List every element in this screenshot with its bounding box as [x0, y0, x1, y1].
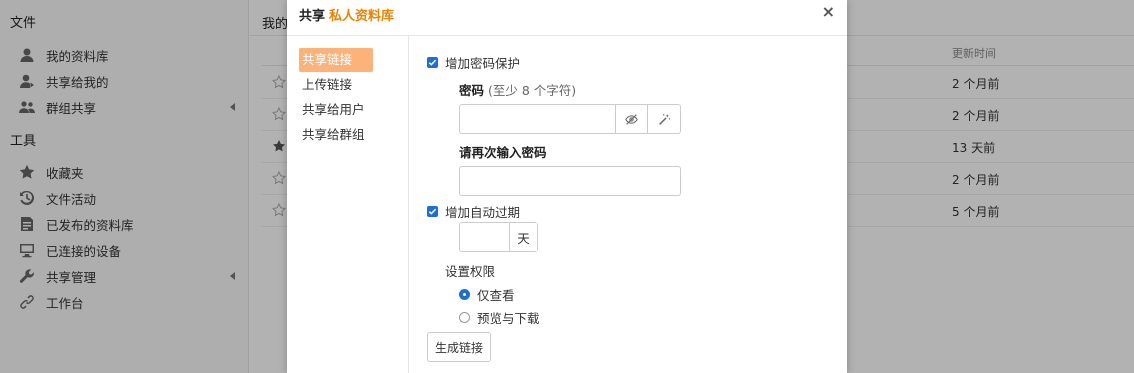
password-input[interactable] — [460, 105, 616, 133]
permission-option-label: 预览与下载 — [477, 311, 540, 326]
generate-link-button[interactable]: 生成链接 — [427, 332, 491, 362]
password-hint: (至少 8 个字符) — [488, 83, 577, 98]
permission-label: 设置权限 — [445, 264, 496, 279]
permission-option-preview-download[interactable]: 预览与下载 — [459, 308, 540, 327]
password-label: 密码 (至少 8 个字符) — [459, 80, 576, 99]
tab-share-link[interactable]: 共享链接 — [299, 48, 373, 72]
generate-password-button[interactable] — [648, 105, 680, 133]
password-label-text: 密码 — [459, 83, 485, 98]
dialog-header: 共享 私人资料库 × — [287, 0, 847, 36]
password-protect-label: 增加密码保护 — [445, 56, 521, 71]
eye-slash-icon — [625, 113, 638, 125]
permission-option-label: 仅查看 — [477, 288, 515, 303]
radio-preview-download[interactable] — [459, 312, 470, 323]
auto-expire-checkbox[interactable] — [427, 206, 438, 217]
dialog-repo-name: 私人资料库 — [329, 9, 395, 24]
dialog-title-prefix: 共享 — [299, 9, 326, 24]
auto-expire-label: 增加自动过期 — [445, 205, 521, 220]
close-icon[interactable]: × — [822, 4, 835, 20]
radio-view-only[interactable] — [459, 289, 470, 300]
permission-option-view-only[interactable]: 仅查看 — [459, 285, 515, 304]
password-protect-checkbox[interactable] — [427, 57, 438, 68]
password-field-group — [459, 104, 681, 134]
tab-share-to-group[interactable]: 共享给群组 — [299, 123, 373, 147]
tab-upload-link[interactable]: 上传链接 — [299, 73, 373, 97]
auto-expire-option[interactable]: 增加自动过期 — [427, 202, 520, 221]
expire-days-group: 天 — [459, 222, 538, 252]
dialog-title: 共享 私人资料库 — [299, 5, 394, 24]
password-protect-option[interactable]: 增加密码保护 — [427, 53, 520, 72]
confirm-password-label: 请再次输入密码 — [459, 145, 547, 160]
days-unit-addon: 天 — [510, 223, 537, 251]
tab-share-to-user[interactable]: 共享给用户 — [299, 98, 373, 122]
confirm-password-input[interactable] — [459, 166, 681, 196]
magic-wand-icon — [658, 113, 670, 125]
share-link-form: 增加密码保护 密码 (至少 8 个字符) 请再次输入密码 增加自动过期 天 设置权… — [409, 36, 847, 373]
share-type-nav: 共享链接 上传链接 共享给用户 共享给群组 — [287, 36, 409, 373]
expire-days-input[interactable] — [460, 223, 510, 251]
share-dialog: 共享 私人资料库 × 共享链接 上传链接 共享给用户 共享给群组 增加密码保护 密… — [287, 0, 847, 373]
toggle-visibility-button[interactable] — [616, 105, 648, 133]
